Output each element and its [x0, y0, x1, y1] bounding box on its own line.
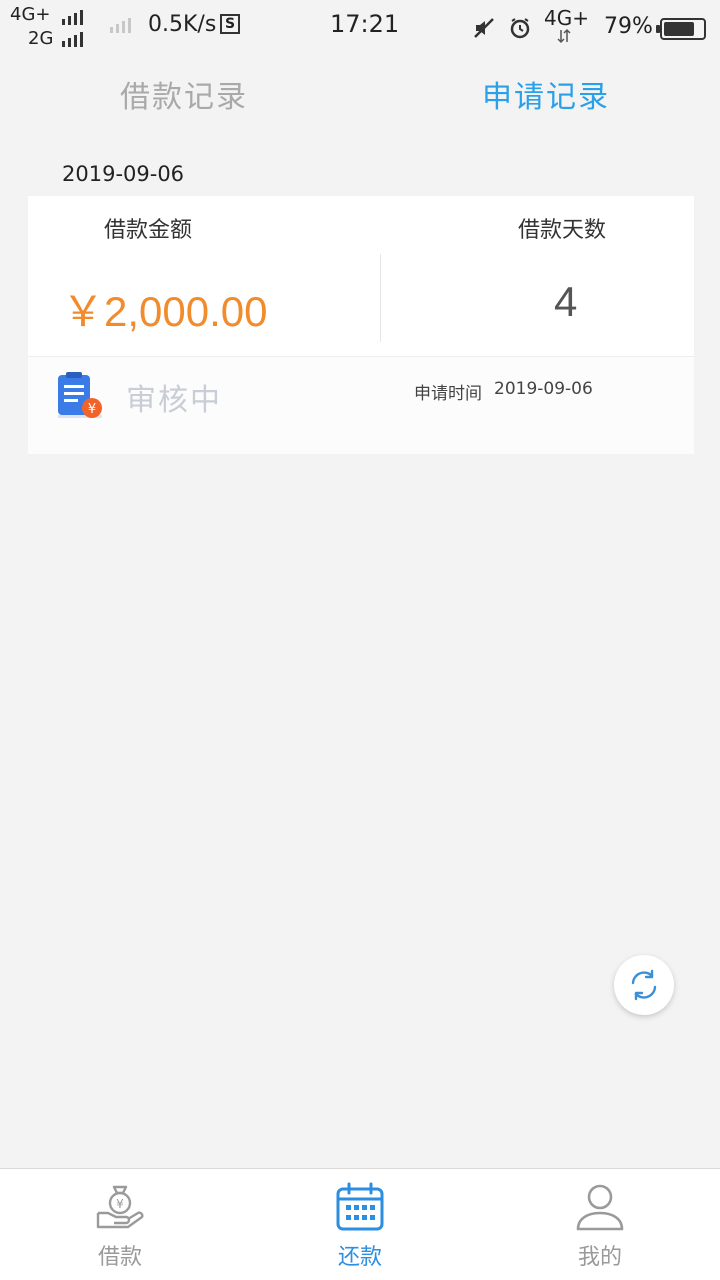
- s-app-icon: S: [220, 14, 240, 34]
- application-record-card[interactable]: 借款金额 借款天数 ￥2,000.00 4 ¥ 审核中 申请时间 2019-09…: [28, 196, 694, 454]
- record-date: 2019-09-06: [62, 162, 185, 186]
- nav-item-repay[interactable]: 还款: [300, 1169, 420, 1280]
- tab-application-records[interactable]: 申请记录: [482, 72, 610, 116]
- svg-text:¥: ¥: [116, 1197, 124, 1211]
- network-type-bottom: 2G: [28, 28, 54, 49]
- battery-icon: [656, 18, 706, 40]
- amount-label: 借款金额: [104, 218, 193, 243]
- network-speed: 0.5K/s: [148, 12, 217, 37]
- alarm-icon: [510, 18, 530, 39]
- battery-percent: 79%: [604, 14, 653, 39]
- svg-text:¥: ¥: [88, 402, 96, 417]
- signal-bars-empty-icon: [110, 18, 131, 33]
- bottom-nav: ¥ 借款 还款 我的: [0, 1168, 720, 1280]
- loan-days: 4: [554, 278, 578, 325]
- divider: [380, 254, 381, 342]
- review-status: 审核中: [126, 383, 222, 418]
- nav-item-mine[interactable]: 我的: [540, 1169, 660, 1280]
- data-transfer-icon: [557, 28, 571, 44]
- tab-loan-records[interactable]: 借款记录: [120, 72, 248, 116]
- apply-time-label: 申请时间: [414, 384, 482, 404]
- clock: 17:21: [330, 10, 400, 38]
- calendar-icon: [336, 1182, 384, 1231]
- signal-bars-icon: [62, 32, 83, 47]
- card-status-row: ¥ 审核中 申请时间 2019-09-06: [28, 357, 694, 454]
- network-type-right: 4G+: [544, 6, 589, 30]
- loan-amount: ￥2,000.00: [62, 288, 268, 335]
- signal-group: 4G+ 2G: [10, 4, 100, 48]
- days-label: 借款天数: [518, 218, 607, 243]
- document-yuan-icon: ¥: [58, 372, 102, 418]
- mute-icon: [474, 18, 494, 38]
- record-tabs: 借款记录 申请记录: [0, 60, 720, 124]
- nav-label-repay: 还款: [337, 1245, 382, 1270]
- nav-label-mine: 我的: [577, 1245, 622, 1270]
- apply-time-value: 2019-09-06: [494, 379, 593, 399]
- nav-item-loan[interactable]: ¥ 借款: [60, 1169, 180, 1280]
- app-screen: 4G+ 2G 0.5K/s S 17:21 4G+ 79% 借款记录 申请记录 …: [0, 0, 720, 1280]
- card-summary: 借款金额 借款天数 ￥2,000.00 4: [28, 196, 694, 356]
- loan-money-bag-icon: ¥: [96, 1185, 144, 1229]
- status-right-group: 4G+ 79%: [468, 4, 708, 48]
- user-icon: [576, 1184, 624, 1231]
- signal-bars-icon: [62, 10, 83, 25]
- status-bar: 4G+ 2G 0.5K/s S 17:21 4G+ 79%: [0, 0, 720, 52]
- refresh-icon: [631, 969, 657, 1001]
- network-type-top: 4G+: [10, 4, 51, 25]
- nav-label-loan: 借款: [97, 1245, 142, 1270]
- refresh-button[interactable]: [614, 955, 674, 1015]
